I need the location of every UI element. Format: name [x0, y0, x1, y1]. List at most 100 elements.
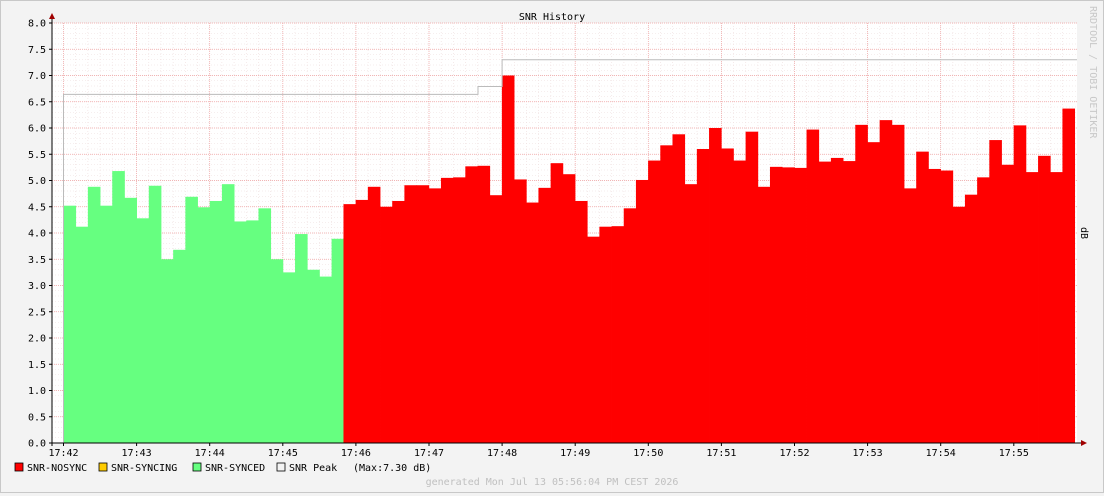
bar-snr-nosync — [977, 177, 990, 443]
bar-snr-nosync — [989, 140, 1002, 443]
bar-snr-nosync — [538, 187, 552, 443]
footer-generated: generated Mon Jul 13 05:56:04 PM CEST 20… — [426, 477, 679, 488]
bar-snr-nosync — [623, 208, 637, 443]
y-axis-arrow — [49, 13, 55, 19]
y-tick-label: 3.0 — [28, 281, 46, 292]
legend-label: SNR Peak — [289, 463, 337, 474]
y-tick-label: 1.5 — [28, 360, 46, 371]
bar-snr-nosync — [879, 120, 893, 443]
x-tick-label: 17:49 — [560, 448, 590, 459]
y-tick-label: 0.0 — [28, 439, 46, 450]
y-tick-label: 3.5 — [28, 255, 46, 266]
bar-snr-nosync — [1025, 172, 1039, 443]
bar-snr-nosync — [940, 170, 954, 443]
bar-snr-nosync — [453, 177, 466, 443]
x-tick-label: 17:52 — [779, 448, 809, 459]
bar-snr-nosync — [757, 186, 771, 444]
y-tick-label: 4.5 — [28, 202, 46, 213]
bar-snr-nosync — [782, 167, 795, 443]
snr-history-chart: 0.0 0.5 1.0 1.5 2.0 2.5 3.0 3.5 4.0 4.5 5.0 5.5 6.0 6… — [14, 6, 1098, 488]
bar-snr-synced — [136, 218, 150, 443]
bar-snr-nosync — [1013, 125, 1027, 443]
bar-snr-synced — [258, 208, 272, 443]
bar-snr-synced — [295, 234, 308, 443]
y-tick-label: 5.5 — [28, 150, 46, 161]
bar-snr-nosync — [830, 157, 844, 444]
bar-snr-synced — [270, 259, 284, 443]
bar-snr-nosync — [514, 179, 527, 443]
legend-item: SNR-SYNCING — [98, 462, 177, 474]
bar-snr-nosync — [721, 148, 734, 443]
bar-snr-synced — [173, 249, 186, 443]
bar-snr-nosync — [745, 131, 759, 444]
bar-snr-nosync — [1050, 172, 1063, 443]
bar-snr-nosync — [672, 134, 686, 444]
x-tick-label: 17:53 — [853, 448, 883, 459]
y-tick-label: 7.5 — [28, 45, 46, 56]
chart-title: SNR History — [519, 12, 585, 23]
bar-snr-synced — [100, 205, 113, 443]
bar-snr-nosync — [440, 177, 454, 443]
bar-snr-nosync — [928, 168, 941, 443]
bar-snr-nosync — [343, 204, 357, 443]
y-tick-label: 7.0 — [28, 71, 46, 82]
y-tick-label: 0.5 — [28, 412, 46, 423]
graph-frame: 0.0 0.5 1.0 1.5 2.0 2.5 3.0 3.5 4.0 4.5 5.0 5.5 6.0 6… — [0, 0, 1104, 493]
legend-item: SNR Peak — [276, 462, 337, 474]
x-tick-label: 17:47 — [414, 448, 444, 459]
y-tick-label: 8.0 — [28, 19, 46, 30]
bar-snr-nosync — [660, 145, 673, 443]
legend-swatch — [14, 462, 24, 472]
y-axis-unit: dB — [1078, 227, 1089, 239]
bar-snr-nosync — [696, 149, 710, 443]
bar-snr-nosync — [904, 188, 917, 443]
x-axis-arrow — [1081, 440, 1087, 446]
bar-snr-synced — [87, 186, 101, 444]
bar-snr-nosync — [818, 161, 832, 443]
bar-snr-synced — [307, 269, 320, 443]
bar-snr-nosync — [489, 195, 503, 443]
bar-snr-nosync — [916, 151, 929, 443]
bar-snr-synced — [246, 220, 259, 443]
y-tick-label: 6.5 — [28, 97, 46, 108]
bar-snr-synced — [234, 221, 247, 443]
bar-snr-nosync — [709, 128, 722, 443]
x-tick-label: 17:50 — [633, 448, 663, 459]
bar-snr-synced — [63, 205, 77, 443]
x-tick-label: 17:42 — [48, 448, 78, 459]
bar-snr-synced — [331, 238, 345, 443]
y-tick-label: 2.0 — [28, 334, 46, 345]
x-tick-label: 17:48 — [487, 448, 517, 459]
bar-snr-nosync — [648, 160, 661, 444]
bar-snr-nosync — [855, 124, 868, 443]
legend-swatch — [276, 462, 286, 472]
legend-item: SNR-NOSYNC — [14, 462, 87, 474]
x-tick-label: 17:55 — [999, 448, 1029, 459]
bar-snr-nosync — [769, 166, 783, 443]
bar-snr-nosync — [843, 161, 856, 443]
bar-snr-nosync — [684, 184, 698, 444]
x-tick-label: 17:44 — [195, 448, 225, 459]
bar-snr-nosync — [1038, 155, 1051, 443]
legend-label: SNR-NOSYNC — [27, 463, 87, 474]
bar-snr-nosync — [635, 179, 649, 443]
legend-swatch — [98, 462, 108, 472]
bar-snr-nosync — [952, 206, 966, 443]
bar-snr-nosync — [550, 163, 564, 444]
watermark-label: RRDTOOL / TOBI OETIKER — [1087, 6, 1098, 139]
bar-snr-nosync — [1062, 108, 1076, 443]
x-tick-label: 17:46 — [341, 448, 371, 459]
y-tick-label: 2.5 — [28, 307, 46, 318]
bar-snr-synced — [209, 200, 223, 443]
bar-snr-nosync — [575, 200, 588, 443]
bar-snr-nosync — [416, 185, 430, 443]
bar-snr-synced — [75, 226, 89, 443]
bar-snr-synced — [197, 207, 211, 443]
bar-snr-nosync — [428, 188, 442, 443]
legend: SNR-NOSYNC SNR-SYNCING SNR-SYNCED SNR Peak — [14, 462, 337, 474]
bar-snr-nosync — [733, 160, 747, 444]
x-tick-label: 17:43 — [122, 448, 152, 459]
bar-snr-synced — [112, 171, 125, 444]
bar-snr-nosync — [526, 202, 539, 443]
bar-snr-nosync — [367, 186, 381, 444]
